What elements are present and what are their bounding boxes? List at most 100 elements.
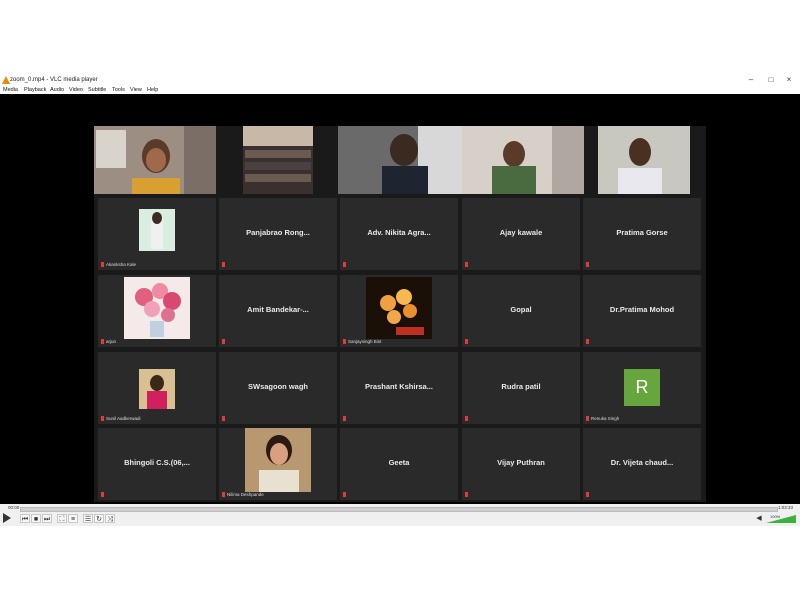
menu-subtitle[interactable]: Subtitle [88, 86, 106, 94]
title-bar: zoom_0.mp4 - VLC media player – □ × [0, 74, 800, 86]
participant-photo [139, 369, 175, 409]
participant-tile: R Renuka Singh [583, 352, 701, 424]
participant-name: Gopal [510, 305, 532, 314]
participant-label: Renuka Singh [586, 416, 619, 422]
seek-bar[interactable] [20, 507, 778, 512]
menu-help[interactable]: Help [147, 86, 158, 94]
participant-name: Vijay Puthran [497, 458, 545, 467]
participant-name: Dr.Pratima Mohod [609, 305, 675, 314]
mic-muted-icon [586, 492, 589, 497]
volume-icon[interactable]: ◀ [754, 514, 764, 523]
participant-tile: Bhingoli C.S.(06,... [98, 428, 216, 500]
participant-tile: Pratima Gorse [583, 198, 701, 270]
mic-muted-icon [586, 416, 589, 422]
participant-name: Pratima Gorse [616, 228, 668, 237]
mic-muted-icon [343, 339, 346, 345]
participant-label: Nilima Deshpande [222, 492, 264, 498]
vlc-window: zoom_0.mp4 - VLC media player – □ × Medi… [0, 74, 800, 526]
participant-avatar: R [624, 369, 660, 406]
participant-name: Rudra patil [501, 382, 541, 391]
previous-button[interactable]: ⏮ [20, 514, 30, 523]
participant-photo [245, 428, 311, 492]
participant-name: Bhingoli C.S.(06,... [124, 458, 190, 467]
vlc-cone-icon [2, 76, 10, 84]
mic-muted-icon [343, 492, 346, 497]
playlist-button[interactable]: ☰ [83, 514, 93, 523]
participant-label: Sanjaysingh Bist [343, 339, 381, 345]
mic-muted-icon [222, 339, 225, 344]
close-button[interactable]: × [780, 74, 798, 86]
minimize-button[interactable]: – [742, 74, 760, 86]
participant-tile: Amit Bandekar-... [219, 275, 337, 347]
participant-tile: Vijay Puthran [462, 428, 580, 500]
mic-muted-icon [586, 262, 589, 267]
stop-button[interactable]: ■ [31, 514, 41, 523]
menu-audio[interactable]: Audio [50, 86, 64, 94]
participant-tile: Sunil Aadkerwadi [98, 352, 216, 424]
loop-button[interactable]: ↻ [94, 514, 104, 523]
mic-muted-icon [343, 262, 346, 267]
video-tile [598, 126, 690, 194]
mic-muted-icon [222, 492, 225, 498]
participant-video [243, 126, 313, 194]
mic-muted-icon [101, 339, 104, 345]
menu-video[interactable]: Video [69, 86, 83, 94]
participant-tile: Geeta [340, 428, 458, 500]
window-title: zoom_0.mp4 - VLC media player [10, 77, 98, 83]
participant-tile: Prashant Kshirsa... [340, 352, 458, 424]
participant-label: Akanksha Kale [101, 262, 136, 268]
participant-name: Dr. Vijeta chaud... [610, 458, 674, 467]
participant-name: SWsagoon wagh [248, 382, 308, 391]
maximize-button[interactable]: □ [762, 74, 780, 86]
play-icon[interactable] [3, 513, 11, 523]
participant-tile: Panjabrao Rong... [219, 198, 337, 270]
participant-photo [139, 209, 175, 251]
participant-tile: Ajay kawale [462, 198, 580, 270]
video-area[interactable]: Akanksha Kale Panjabrao Rong... Adv. Nik… [0, 94, 800, 504]
participant-name: Geeta [388, 458, 410, 467]
menu-playback[interactable]: Playback [24, 86, 46, 94]
participant-label: Sunil Aadkerwadi [101, 416, 141, 422]
participant-video [338, 126, 462, 194]
participant-name: Panjabrao Rong... [246, 228, 310, 237]
mic-muted-icon [222, 416, 225, 421]
player-controls: 00:00 1:03:33 ⏮ ■ ⏭ ⛶ ≡ ☰ ↻ ⤨ ◀ 100% [0, 504, 800, 526]
mic-muted-icon [465, 262, 468, 267]
participant-label: arjun [101, 339, 116, 345]
video-tile [462, 126, 584, 194]
participant-photo [366, 277, 432, 339]
time-elapsed: 00:00 [8, 505, 20, 510]
video-tile [94, 126, 216, 194]
mic-muted-icon [586, 339, 589, 344]
participant-tile: Rudra patil [462, 352, 580, 424]
participant-tile: Dr.Pratima Mohod [583, 275, 701, 347]
participant-tile: Nilima Deshpande [219, 428, 337, 500]
participant-name: Prashant Kshirsa... [365, 382, 433, 391]
fullscreen-button[interactable]: ⛶ [57, 514, 67, 523]
participant-photo [124, 277, 190, 339]
menu-view[interactable]: View [130, 86, 142, 94]
video-tile [219, 126, 337, 194]
mic-muted-icon [465, 416, 468, 421]
participant-tile: Adv. Nikita Agra... [340, 198, 458, 270]
volume-slider[interactable] [766, 515, 796, 523]
participant-video [462, 126, 584, 194]
participant-tile: arjun [98, 275, 216, 347]
menu-tools[interactable]: Tools [112, 86, 125, 94]
mic-muted-icon [343, 416, 346, 421]
menu-bar: Media Playback Audio Video Subtitle Tool… [0, 86, 800, 94]
next-button[interactable]: ⏭ [42, 514, 52, 523]
shuffle-button[interactable]: ⤨ [105, 514, 115, 523]
participant-video [94, 126, 216, 194]
mic-muted-icon [465, 492, 468, 497]
extended-settings-button[interactable]: ≡ [68, 514, 78, 523]
mic-muted-icon [222, 262, 225, 267]
mic-muted-icon [101, 492, 104, 497]
menu-media[interactable]: Media [3, 86, 18, 94]
participant-name: Amit Bandekar-... [247, 305, 309, 314]
mic-muted-icon [101, 416, 104, 422]
participant-tile: Dr. Vijeta chaud... [583, 428, 701, 500]
participant-name: Ajay kawale [499, 228, 543, 237]
time-total: 1:03:33 [778, 505, 794, 510]
participant-tile: Sanjaysingh Bist [340, 275, 458, 347]
